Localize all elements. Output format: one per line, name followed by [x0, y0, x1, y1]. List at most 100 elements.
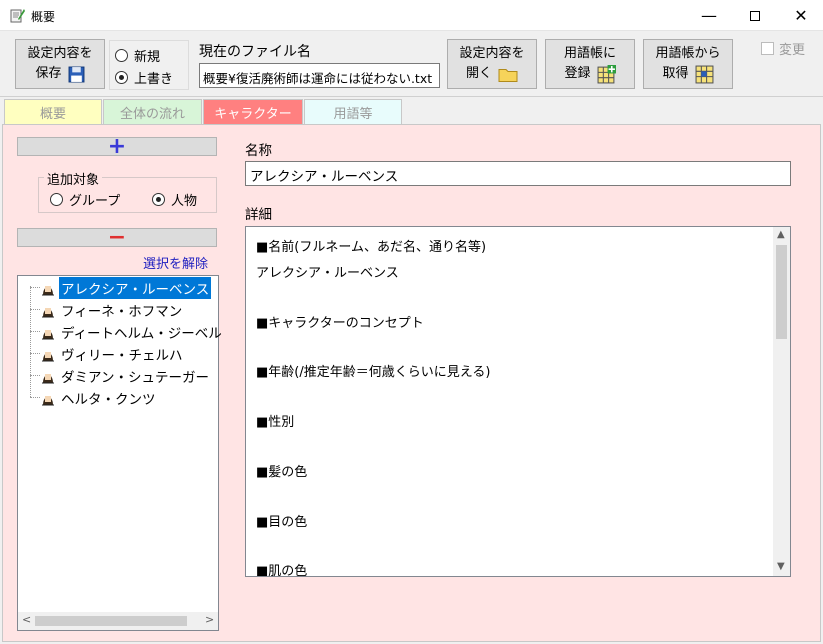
tree-branch [30, 375, 40, 376]
tree-branch [30, 309, 40, 310]
radio-person-label: 人物 [171, 194, 198, 209]
person-icon [42, 352, 54, 362]
radio-group-target[interactable]: グループ [50, 190, 120, 209]
radio-overwrite-label: 上書き [134, 72, 174, 87]
maximize-icon [750, 10, 760, 21]
tree-item[interactable]: アレクシア・ルーベンス [40, 277, 212, 299]
name-label: 名称 [245, 143, 272, 159]
changed-checkbox-box[interactable] [761, 42, 774, 55]
tab-characters[interactable]: キャラクター [203, 99, 303, 124]
person-icon [42, 396, 54, 406]
radio-person-circle[interactable] [152, 193, 165, 206]
minimize-icon: — [701, 6, 717, 25]
scroll-up-icon[interactable]: ▲ [777, 229, 785, 240]
detail-line: ■年齢(/推定年齢＝何歳くらいに見える) [256, 365, 491, 380]
tree-item[interactable]: ヴィリー・チェルハ [40, 343, 185, 365]
tree-branch [30, 353, 40, 354]
deselect-link[interactable]: 選択を解除 [143, 253, 208, 272]
file-name-label: 現在のファイル名 [199, 44, 311, 60]
open-settings-button[interactable]: 設定内容を 開く [447, 39, 537, 89]
radio-new-circle[interactable] [115, 49, 128, 62]
open-button-label-1: 設定内容を [459, 46, 525, 61]
tree-item-label: アレクシア・ルーベンス [59, 277, 212, 299]
radio-group-circle[interactable] [50, 193, 63, 206]
scroll-down-icon[interactable]: ▼ [777, 561, 785, 572]
tree-item-label: フィーネ・ホフマン [61, 304, 183, 320]
tab-overall-flow-label: 全体の流れ [119, 106, 185, 122]
folder-icon [498, 68, 518, 82]
tree-scroll-thumb[interactable] [35, 616, 187, 626]
fetch-button-label-1: 用語帳から [655, 46, 721, 61]
minus-icon: − [107, 224, 127, 250]
save-button-label-2: 保存 [35, 66, 62, 81]
maximize-button[interactable] [732, 0, 778, 31]
tree-branch [30, 287, 40, 288]
name-field[interactable]: アレクシア・ルーベンス [245, 161, 791, 186]
remove-item-button[interactable]: − [17, 224, 217, 250]
close-button[interactable]: ✕ [778, 0, 823, 31]
person-icon [42, 330, 54, 340]
radio-new[interactable]: 新規 [115, 46, 160, 65]
plus-icon: + [107, 133, 127, 159]
detail-line: ■キャラクターのコンセプト [256, 316, 424, 331]
tab-overview-label: 概要 [39, 106, 66, 122]
detail-line: ■肌の色 [256, 564, 308, 577]
register-glossary-button[interactable]: 用語帳に 登録 [545, 39, 635, 89]
radio-overwrite[interactable]: 上書き [115, 68, 173, 87]
window-title: 概要 [31, 10, 56, 24]
tab-overall-flow[interactable]: 全体の流れ [103, 99, 202, 124]
tree-item-label: ヴィリー・チェルハ [61, 348, 183, 364]
close-icon: ✕ [794, 6, 808, 25]
person-icon [42, 374, 54, 384]
grid-fetch-icon [695, 65, 713, 83]
save-settings-button[interactable]: 設定内容を 保存 [15, 39, 105, 89]
changed-checkbox-label: 変更 [779, 43, 806, 58]
register-button-label-2: 登録 [564, 66, 591, 81]
tree-item-label: ヘルタ・クンツ [61, 392, 156, 408]
radio-new-label: 新規 [134, 50, 161, 65]
tree-branch [30, 397, 40, 398]
radio-overwrite-circle[interactable] [115, 71, 128, 84]
tree-item[interactable]: ヘルタ・クンツ [40, 387, 158, 409]
detail-line: アレクシア・ルーベンス [256, 266, 399, 281]
file-name-field[interactable]: 概要¥復活廃術師は運命には従わない.txt [199, 63, 440, 88]
detail-line: ■髪の色 [256, 465, 308, 480]
add-item-button[interactable]: + [17, 133, 217, 159]
tree-item[interactable]: フィーネ・ホフマン [40, 299, 184, 321]
changed-checkbox[interactable]: 変更 [761, 39, 805, 58]
scroll-left-icon[interactable]: < [22, 613, 31, 626]
detail-vertical-scrollbar[interactable]: ▲ ▼ [773, 227, 790, 576]
open-button-label-2: 開く [465, 66, 492, 81]
tab-terms-label: 用語等 [333, 106, 373, 122]
title-bar: 概要 — ✕ [0, 0, 823, 31]
minimize-button[interactable]: — [686, 0, 732, 31]
toolbar-divider [0, 96, 823, 97]
tree-item[interactable]: ダミアン・シュテーガー [40, 365, 211, 387]
radio-group-label: グループ [69, 194, 121, 209]
add-target-label: 追加対象 [44, 169, 103, 188]
detail-textarea[interactable]: ■名前(フルネーム、あだ名、通り名等) アレクシア・ルーベンス ■キャラクターの… [245, 226, 791, 577]
scroll-right-icon[interactable]: > [205, 613, 214, 626]
detail-line: ■目の色 [256, 515, 308, 530]
detail-line: ■名前(フルネーム、あだ名、通り名等) [256, 240, 487, 255]
floppy-disk-icon [68, 66, 84, 82]
tree-item-label: ディートヘルム・ジーベル [61, 326, 222, 342]
tab-terms[interactable]: 用語等 [304, 99, 402, 124]
register-button-label-1: 用語帳に [563, 46, 616, 61]
fetch-glossary-button[interactable]: 用語帳から 取得 [643, 39, 733, 89]
person-icon [42, 286, 54, 296]
tree-horizontal-scrollbar[interactable]: < > [18, 612, 218, 630]
save-button-label-1: 設定内容を [27, 46, 93, 61]
tree-guide-line [30, 286, 31, 397]
tab-overview[interactable]: 概要 [4, 99, 102, 124]
tree-branch [30, 331, 40, 332]
character-tree[interactable]: アレクシア・ルーベンス フィーネ・ホフマン ディートヘルム・ジーベル ヴィリー・… [17, 275, 222, 631]
detail-scroll-thumb[interactable] [776, 245, 787, 339]
tree-item[interactable]: ディートヘルム・ジーベル [40, 321, 224, 343]
fetch-button-label-2: 取得 [662, 66, 689, 81]
grid-add-icon [597, 64, 616, 83]
tab-characters-label: キャラクター [214, 106, 292, 122]
radio-person-target[interactable]: 人物 [152, 190, 197, 209]
app-notebook-icon [10, 9, 25, 23]
detail-line: ■性別 [256, 415, 295, 430]
